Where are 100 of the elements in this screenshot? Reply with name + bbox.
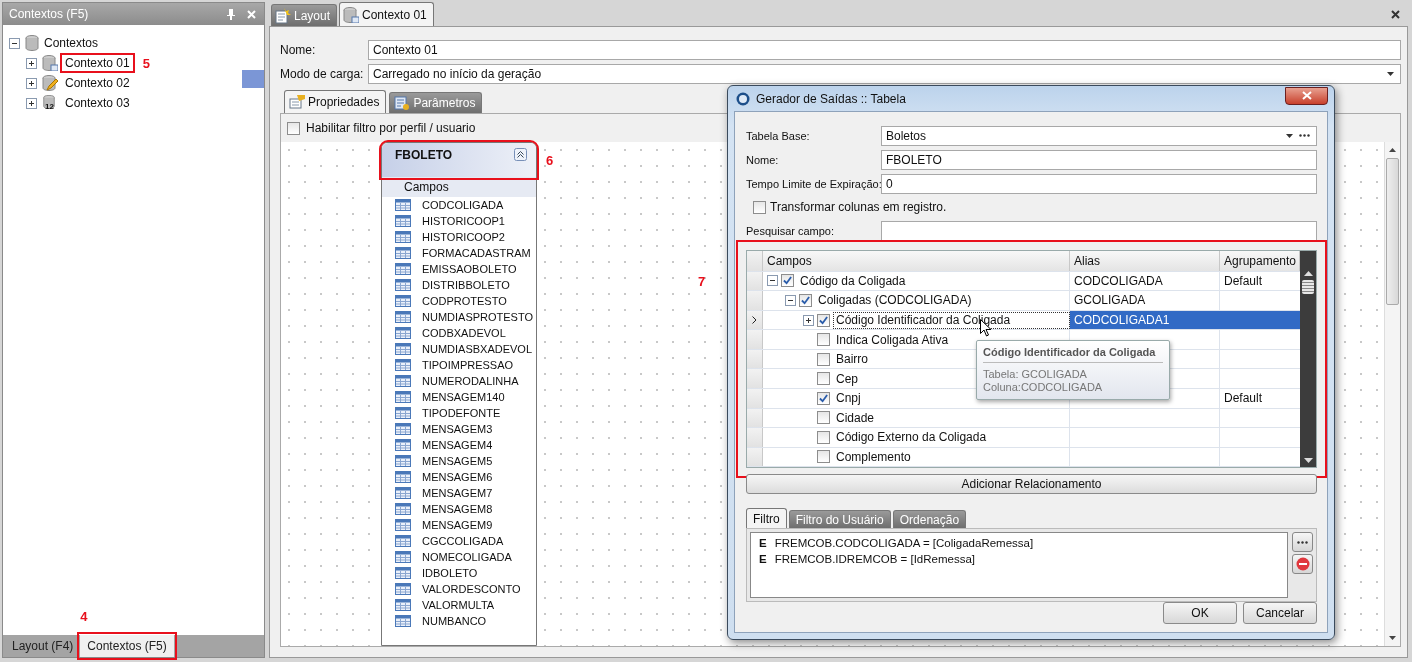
close-button[interactable] [1285,86,1328,105]
edit-button[interactable] [1292,532,1313,552]
tree-item[interactable]: Contextos [44,36,99,50]
checkbox[interactable] [817,372,830,386]
grid-cell[interactable]: GCOLIGADA [1070,291,1220,310]
dialog-button[interactable]: OK [1163,602,1237,624]
input-field[interactable]: Contexto 01 [368,40,1401,60]
scrollbar[interactable] [1384,142,1400,646]
scroll-down-icon[interactable] [1389,636,1396,640]
field-name[interactable]: MENSAGEM9 [422,519,493,531]
field-name[interactable]: NUMDIASBXADEVOL [422,343,533,355]
expand-icon[interactable] [803,314,814,326]
scroll-thumb[interactable] [1386,158,1399,305]
expand-icon[interactable] [26,77,37,89]
field-name[interactable]: CODCOLIGADA [422,199,504,211]
tab[interactable]: Propriedades [284,90,387,113]
search-field[interactable] [881,221,1317,242]
field-name[interactable]: DISTRIBBOLETO [422,279,510,291]
field-name[interactable]: MENSAGEM7 [422,487,493,499]
row-indicator[interactable] [747,310,763,330]
grid-cell[interactable]: Default [1220,271,1300,291]
checkbox[interactable] [817,450,830,464]
field-name[interactable]: HISTORICOOP1 [422,215,505,227]
field-name[interactable]: VALORMULTA [422,599,495,611]
selection-highlight[interactable] [1220,310,1300,330]
grid-cell[interactable]: Código da Coligada [797,272,1070,290]
checkbox[interactable] [799,294,812,307]
tab[interactable]: Filtro [746,508,787,528]
tab[interactable]: Ordenação [892,510,967,528]
panel-tab[interactable]: Contextos (F5) [80,635,174,657]
input-field[interactable]: FBOLETO [881,149,1317,170]
field-name[interactable]: CODBXADEVOL [422,327,506,339]
field-name[interactable]: NOMECOLIGADA [422,551,512,563]
filter-expression[interactable]: FREMCOB.CODCOLIGADA = [ColigadaRemessa] [774,537,1034,549]
add-relationship-button[interactable]: Adicionar Relacionamento [746,474,1317,494]
field-name[interactable]: NUMBANCO [422,615,487,627]
tab[interactable]: Parâmetros [389,92,483,113]
field-name[interactable]: MENSAGEM4 [422,439,493,451]
field-name[interactable]: NUMERODALINHA [422,375,519,387]
grid-cell[interactable]: Default [1220,388,1300,408]
field-name[interactable]: HISTORICOOP2 [422,231,505,243]
checkbox[interactable] [817,430,830,444]
collapse-icon[interactable] [767,275,778,287]
close-icon[interactable] [1391,9,1400,19]
grid-cell[interactable]: Coligadas (CODCOLIGADA) [815,292,1070,309]
grid-cell[interactable]: CODCOLIGADA [1070,271,1220,291]
document-tab[interactable]: Contexto 01 [339,2,434,26]
more-icon[interactable] [1299,134,1310,138]
filter-expression[interactable]: FREMCOB.IDREMCOB = [IdRemessa] [774,553,975,565]
checkbox[interactable] [817,391,830,405]
dropdown-field[interactable]: Boletos [881,125,1317,146]
field-name[interactable]: CGCCOLIGADA [422,535,504,547]
field-name[interactable]: MENSAGEM3 [422,423,493,435]
checkbox[interactable] [817,333,830,347]
grid-cell[interactable]: Complemento [833,448,1070,466]
grid-cell[interactable]: Código Identificador da Coligada [833,311,1070,329]
tree-item[interactable]: Contexto 01 [63,56,132,70]
expand-icon[interactable] [26,97,37,109]
scroll-down-icon[interactable] [1303,458,1313,464]
field-name[interactable]: FORMACADASTRAM [422,247,531,259]
panel-tab[interactable]: Layout (F4) [5,635,81,657]
checkbox[interactable] [781,274,794,288]
expand-icon[interactable] [26,57,37,69]
dialog-button[interactable]: Cancelar [1243,602,1317,624]
field-name[interactable]: MENSAGEM5 [422,455,493,467]
collapse-icon[interactable] [785,295,796,306]
checkbox[interactable] [817,352,830,366]
dropdown-field[interactable]: Carregado no início da geração [368,64,1401,84]
field-name[interactable]: EMISSAOBOLETO [422,263,517,275]
scroll-thumb[interactable] [1302,280,1314,295]
tree-item[interactable]: Contexto 02 [63,76,132,90]
pin-icon[interactable] [227,8,235,20]
field-name[interactable]: MENSAGEM6 [422,471,493,483]
column-header[interactable]: Alias [1070,251,1220,271]
collapse-icon[interactable] [514,148,527,161]
field-name[interactable]: TIPODEFONTE [422,407,501,419]
remove-button[interactable] [1292,554,1313,574]
grid-cell[interactable]: Código Externo da Coligada [833,428,1070,446]
field-name[interactable]: CODPROTESTO [422,295,507,307]
field-name[interactable]: TIPOIMPRESSAO [422,359,514,371]
scroll-up-icon[interactable] [1303,271,1313,277]
column-header[interactable]: Campos [763,251,1070,271]
checkbox[interactable] [817,313,830,327]
grid-cell[interactable]: CODCOLIGADA1 [1070,310,1220,330]
field-name[interactable]: IDBOLETO [422,567,478,579]
checkbox[interactable] [753,200,766,214]
tab[interactable]: Filtro do Usuário [788,510,891,528]
document-tab[interactable]: Layout [271,4,338,26]
grid-cell[interactable]: Cidade [833,409,1070,427]
checkbox[interactable] [817,411,830,425]
scroll-up-icon[interactable] [1389,148,1396,152]
field-name[interactable]: VALORDESCONTO [422,583,521,595]
field-name[interactable]: MENSAGEM8 [422,503,493,515]
input-field[interactable]: 0 [881,173,1317,194]
tree-item[interactable]: Contexto 03 [63,96,132,110]
field-name[interactable]: MENSAGEM140 [422,391,505,403]
field-name[interactable]: NUMDIASPROTESTO [422,311,534,323]
scrollbar[interactable] [1300,251,1316,468]
checkbox[interactable] [287,121,300,135]
collapse-icon[interactable] [9,37,20,49]
